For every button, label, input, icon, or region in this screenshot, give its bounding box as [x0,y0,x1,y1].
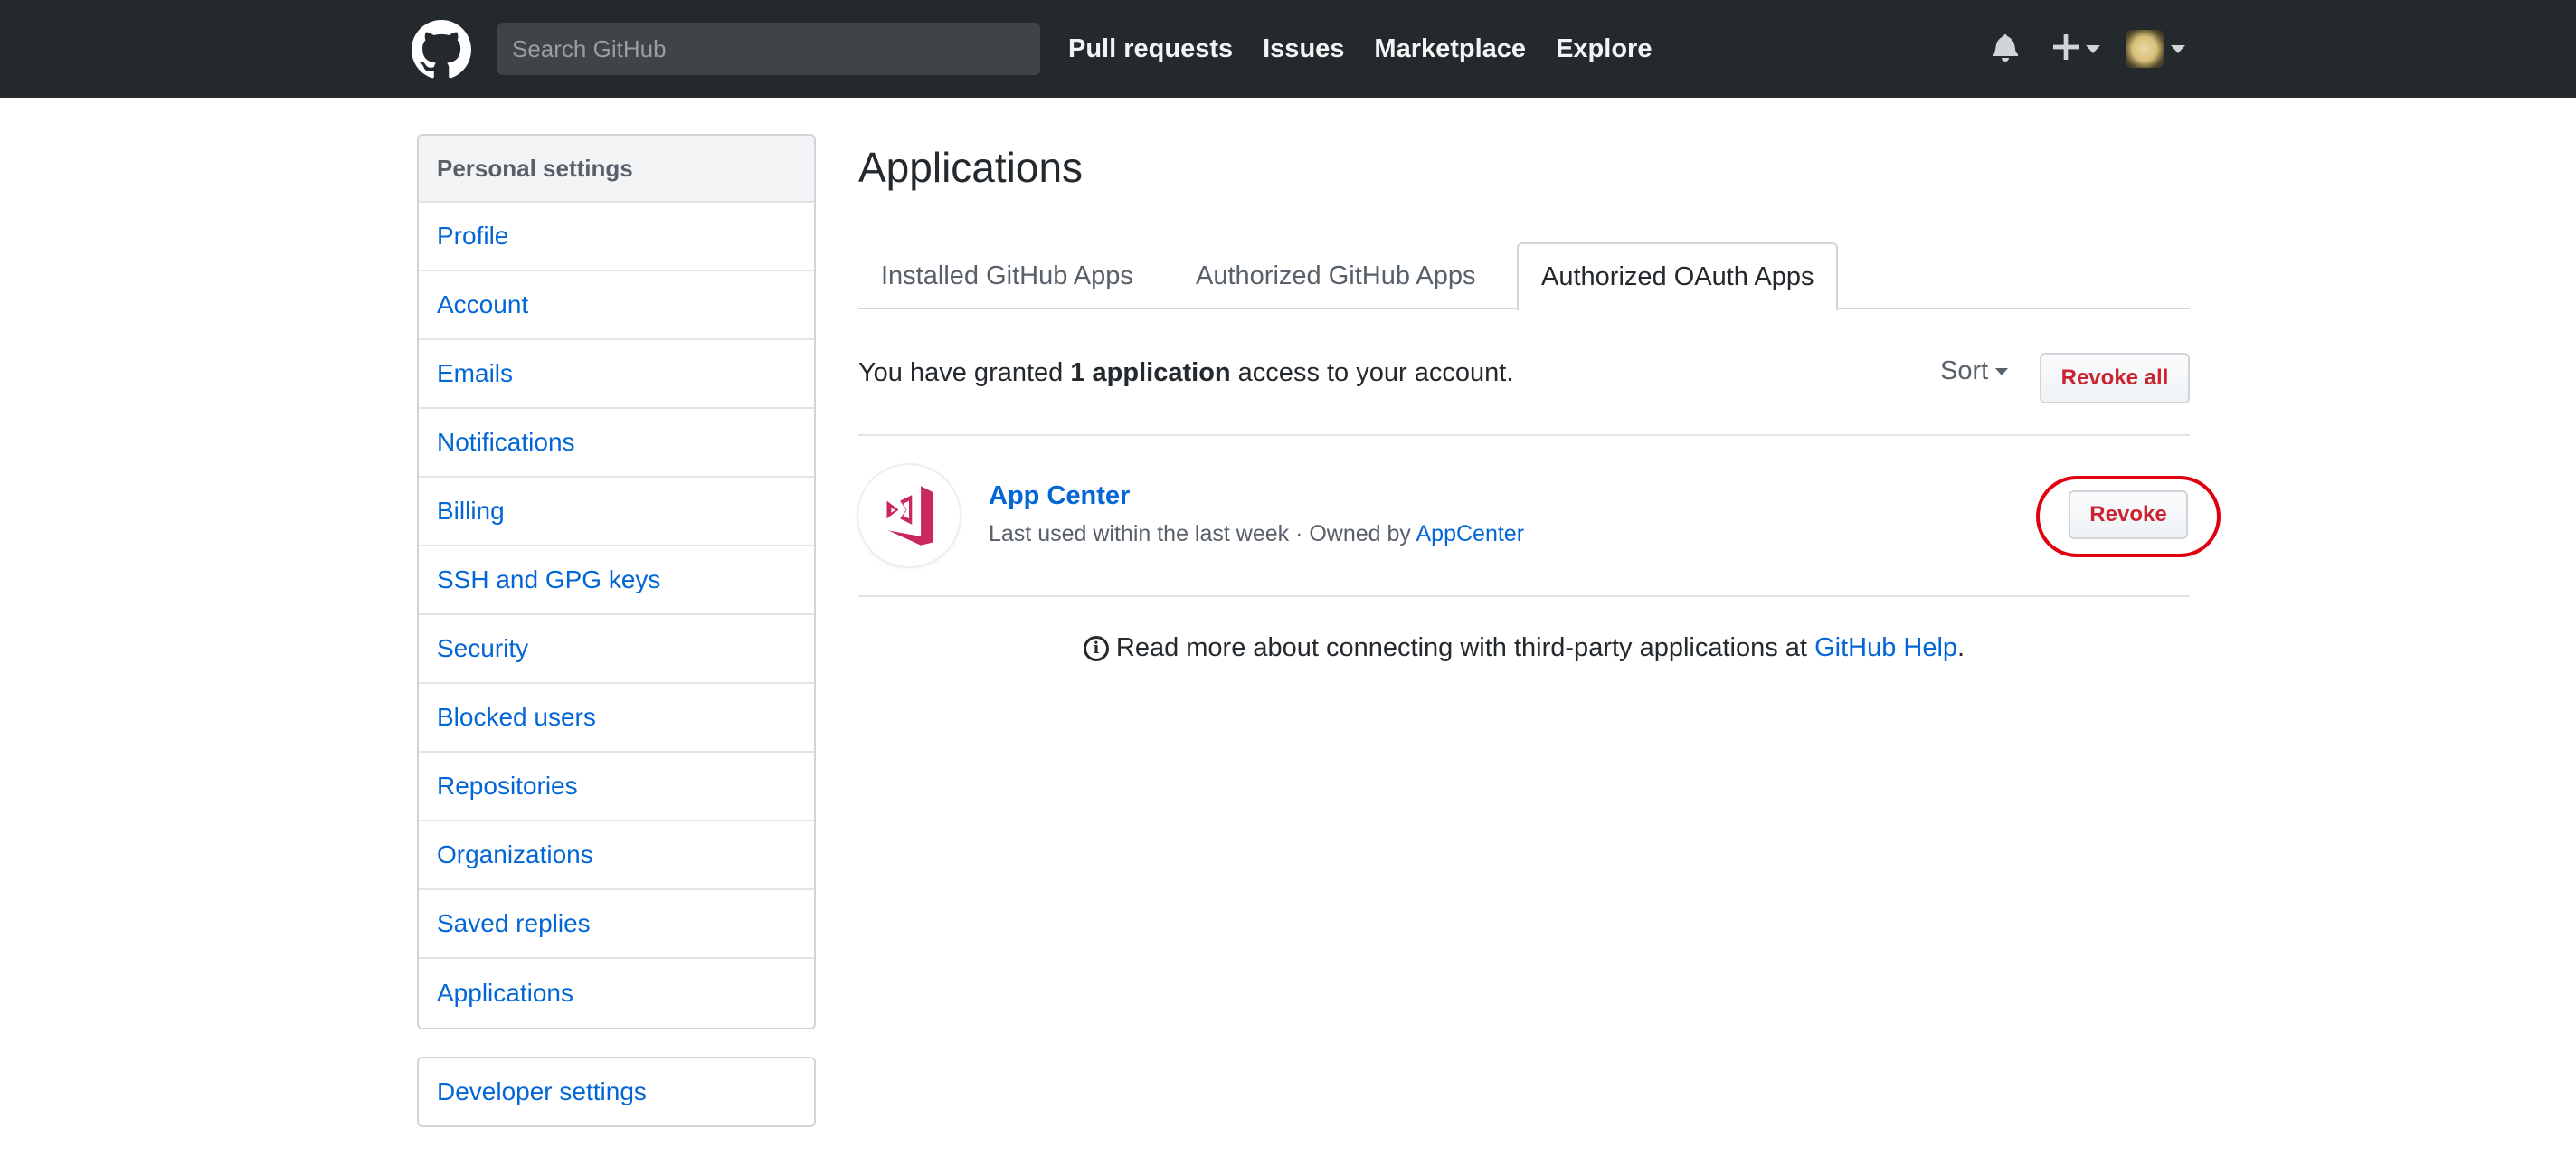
revoke-all-button[interactable]: Revoke all [2040,353,2190,403]
sidebar-item-security[interactable]: Security [419,615,814,684]
sidebar-item-ssh-gpg-keys[interactable]: SSH and GPG keys [419,546,814,615]
grant-prefix: You have granted [858,358,1071,387]
grant-suffix: access to your account. [1230,358,1514,387]
grant-count: 1 application [1070,358,1231,387]
grant-summary-row: You have granted 1 application access to… [858,353,2190,407]
info-icon: i [1083,635,1109,661]
sidebar-item-developer-settings[interactable]: Developer settings [417,1057,816,1127]
sidebar-item-account[interactable]: Account [419,271,814,340]
user-menu-dropdown[interactable] [2126,0,2185,98]
chevron-down-icon [2171,44,2185,53]
settings-sidebar: Personal settings Profile Account Emails… [417,134,816,1029]
sidebar-item-billing[interactable]: Billing [419,478,814,546]
sidebar-item-emails[interactable]: Emails [419,340,814,409]
nav-marketplace[interactable]: Marketplace [1374,34,1526,64]
app-name-link[interactable]: App Center [989,481,1130,511]
avatar [2126,30,2164,68]
sidebar-item-profile[interactable]: Profile [419,203,814,271]
search-input[interactable] [497,23,1040,75]
tab-authorized-github-apps[interactable]: Authorized GitHub Apps [1173,242,1499,309]
help-text: Read more about connecting with third-pa… [1115,633,1807,662]
chevron-down-icon [2086,44,2100,53]
nav-explore[interactable]: Explore [1556,34,1652,64]
plus-icon [2053,33,2079,64]
tab-installed-github-apps[interactable]: Installed GitHub Apps [858,242,1156,309]
chevron-down-icon [1995,367,2009,375]
github-octocat-icon[interactable] [412,20,471,80]
primary-nav: Pull requests Issues Marketplace Explore [1068,0,1652,98]
sort-dropdown[interactable]: Sort [1940,356,2009,386]
sort-label: Sort [1940,356,1989,385]
bell-icon [1993,33,2019,66]
app-meta: Last used within the last week · Owned b… [989,521,1524,547]
sidebar-item-notifications[interactable]: Notifications [419,409,814,478]
github-help-link[interactable]: GitHub Help [1814,633,1957,663]
tab-authorized-oauth-apps[interactable]: Authorized OAuth Apps [1517,242,1839,311]
app-tabs: Installed GitHub Apps Authorized GitHub … [858,242,2190,311]
page-title: Applications [858,144,1084,191]
divider [858,595,2190,597]
sidebar-item-repositories[interactable]: Repositories [419,753,814,821]
nav-pull-requests[interactable]: Pull requests [1068,34,1233,64]
notifications-button[interactable] [1993,0,2019,98]
list-item: App Center Last used within the last wee… [858,465,2221,566]
nav-issues[interactable]: Issues [1263,34,1344,64]
help-note: i Read more about connecting with third-… [858,633,2190,663]
sidebar-item-blocked-users[interactable]: Blocked users [419,684,814,753]
divider [858,434,2190,436]
revoke-button[interactable]: Revoke [2069,490,2188,539]
sidebar-item-applications[interactable]: Applications [419,959,814,1028]
sidebar-item-saved-replies[interactable]: Saved replies [419,890,814,959]
sidebar-item-organizations[interactable]: Organizations [419,821,814,890]
grant-summary: You have granted 1 application access to… [858,358,1513,388]
separator: · [1289,521,1310,546]
help-suffix: . [1957,633,1965,662]
app-last-used: Last used within the last week [989,521,1290,546]
top-nav-bar: Pull requests Issues Marketplace Explore [0,0,2576,98]
owned-by-label: Owned by [1309,521,1416,546]
sidebar-heading: Personal settings [419,136,814,203]
create-new-dropdown[interactable] [2053,0,2100,98]
app-owner-link[interactable]: AppCenter [1416,521,1525,546]
app-center-logo-icon [858,465,960,566]
